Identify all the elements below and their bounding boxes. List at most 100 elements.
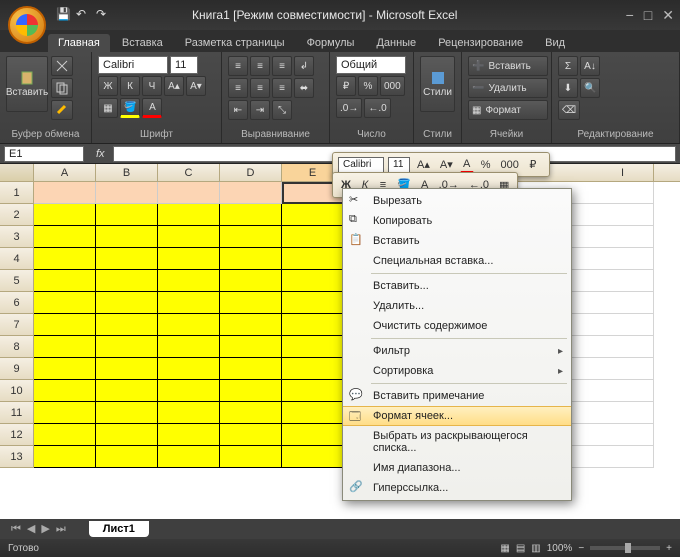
row-header[interactable]: 10 [0,380,34,402]
cell[interactable] [592,292,654,314]
sheet-nav[interactable]: ⏮◀▶⏭ [8,522,69,536]
paste-button[interactable]: Вставить [6,56,48,112]
wrap-text-button[interactable]: ↲ [294,56,314,76]
cell[interactable] [282,336,344,358]
col-header-d[interactable]: D [220,164,282,181]
cut-button[interactable] [51,56,73,76]
cm-cut[interactable]: ✂Вырезать [343,191,571,211]
align-right-button[interactable]: ≡ [272,78,292,98]
cells-format-button[interactable]: ▦ Формат [468,100,548,120]
cell[interactable] [282,226,344,248]
col-header-b[interactable]: B [96,164,158,181]
cell[interactable] [592,424,654,446]
cell[interactable] [220,446,282,468]
cell[interactable] [158,182,220,204]
cell[interactable] [158,314,220,336]
cell[interactable] [220,424,282,446]
select-all-corner[interactable] [0,164,34,181]
tab-home[interactable]: Главная [48,34,110,52]
tab-data[interactable]: Данные [366,34,426,52]
cell[interactable] [96,226,158,248]
tab-review[interactable]: Рецензирование [428,34,533,52]
row-header[interactable]: 3 [0,226,34,248]
cell[interactable] [96,446,158,468]
redo-icon[interactable]: ↷ [96,7,112,23]
maximize-icon[interactable]: □ [644,7,652,24]
cell[interactable] [592,226,654,248]
cell[interactable] [158,380,220,402]
cell[interactable] [592,358,654,380]
cell[interactable] [282,314,344,336]
cell[interactable] [220,248,282,270]
cell[interactable] [592,314,654,336]
cell[interactable] [158,226,220,248]
cell[interactable] [34,226,96,248]
mini-size-select[interactable]: 11 [388,157,410,173]
grow-font-button[interactable]: A▴ [164,76,184,96]
cell[interactable] [282,402,344,424]
worksheet[interactable]: A B C D E I 12345678910111213 [0,164,680,519]
cell[interactable] [96,270,158,292]
comma-button[interactable]: 000 [380,76,405,96]
cell[interactable] [96,292,158,314]
underline-button[interactable]: Ч [142,76,162,96]
row-header[interactable]: 12 [0,424,34,446]
row-header[interactable]: 8 [0,336,34,358]
indent-increase-button[interactable]: ⇥ [250,100,270,120]
zoom-slider[interactable] [590,546,660,550]
close-icon[interactable]: ✕ [662,7,674,24]
cell[interactable] [592,270,654,292]
cm-paste[interactable]: 📋Вставить [343,231,571,251]
zoom-out-button[interactable]: − [578,543,584,554]
cell[interactable] [592,204,654,226]
cell[interactable] [220,270,282,292]
tab-insert[interactable]: Вставка [112,34,173,52]
mini-font-select[interactable]: Calibri [338,157,384,173]
cell[interactable] [96,182,158,204]
cell[interactable] [592,402,654,424]
office-button[interactable] [8,6,46,44]
undo-icon[interactable]: ↶ [76,7,92,23]
cell[interactable] [34,336,96,358]
cell[interactable] [220,182,282,204]
cell[interactable] [158,292,220,314]
cell[interactable] [282,424,344,446]
number-format-select[interactable]: Общий [336,56,406,74]
cell[interactable] [96,424,158,446]
merge-button[interactable]: ⬌ [294,78,314,98]
cell[interactable] [220,204,282,226]
orientation-button[interactable]: ⤡ [272,100,292,120]
indent-decrease-button[interactable]: ⇤ [228,100,248,120]
cell[interactable] [282,204,344,226]
save-icon[interactable]: 💾 [56,7,72,23]
styles-button[interactable]: Стили [420,56,455,112]
cell[interactable] [96,314,158,336]
cm-copy[interactable]: ⧉Копировать [343,211,571,231]
view-normal-icon[interactable]: ▦ [500,543,509,554]
cell[interactable] [158,248,220,270]
cell[interactable] [282,380,344,402]
name-box[interactable]: E1 [4,146,84,162]
row-header[interactable]: 4 [0,248,34,270]
cm-name-range[interactable]: Имя диапазона... [343,458,571,478]
cell[interactable] [220,292,282,314]
row-header[interactable]: 5 [0,270,34,292]
cell[interactable] [158,446,220,468]
cell[interactable] [220,314,282,336]
zoom-in-button[interactable]: + [666,543,672,554]
format-painter-button[interactable] [51,100,73,120]
align-bottom-button[interactable]: ≡ [272,56,292,76]
cm-sort[interactable]: Сортировка [343,361,571,381]
cell[interactable] [592,182,654,204]
cell[interactable] [158,424,220,446]
row-header[interactable]: 13 [0,446,34,468]
cm-paste-special[interactable]: Специальная вставка... [343,251,571,271]
cell[interactable] [96,358,158,380]
col-header-i[interactable]: I [592,164,654,181]
cell[interactable] [282,248,344,270]
cm-comment[interactable]: 💬Вставить примечание [343,386,571,406]
cm-delete[interactable]: Удалить... [343,296,571,316]
cell[interactable] [96,402,158,424]
align-middle-button[interactable]: ≡ [250,56,270,76]
font-size-select[interactable]: 11 [170,56,198,74]
